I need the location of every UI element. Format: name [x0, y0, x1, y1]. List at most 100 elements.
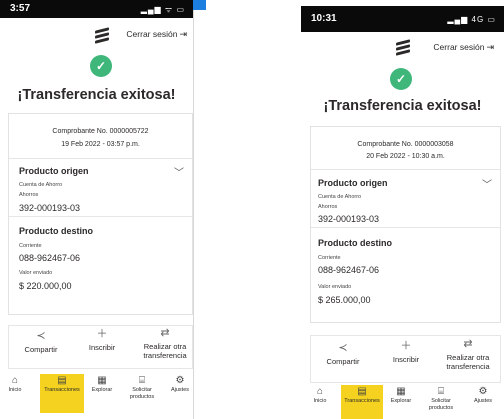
nav-request-label: Solicitar productos [428, 398, 454, 411]
transfer-again-button[interactable]: ⇄ Realizar otra transferencia [435, 338, 501, 372]
home-icon: ⌂ [316, 386, 324, 397]
enroll-label: Inscribir [88, 343, 116, 352]
transfer-again-label: Realizar otra transferencia [143, 342, 187, 360]
amount-label: Valor enviado [19, 270, 53, 276]
status-time: 3:57 [10, 3, 31, 14]
origin-account-type: Cuenta de Ahorro [318, 194, 362, 200]
chevron-down-icon[interactable]: ﹀ [174, 164, 184, 179]
nav-home[interactable]: ⌂ Inicio [307, 386, 333, 405]
amount-value: $ 265.000,00 [318, 295, 371, 305]
transactions-icon: ▤ [57, 375, 67, 386]
bottom-nav: ⌂ Inicio ▤ Transacciones ▦ Explorar ⌸ So… [0, 372, 193, 414]
origin-account-type: Cuenta de Ahorro [19, 182, 63, 188]
nav-explore[interactable]: ▦ Explorar [88, 375, 116, 394]
origin-account-number: 392-000193-03 [318, 214, 380, 224]
enroll-button[interactable]: ＋ Inscribir [379, 340, 433, 365]
divider [9, 216, 192, 217]
screen-separator [193, 10, 194, 419]
top-bar: Cerrar sesión ⇥ [301, 38, 504, 60]
receipt-number: Comprobante No. 0000005722 [52, 128, 149, 135]
transfer-again-button[interactable]: ⇄ Realizar otra transferencia [133, 327, 193, 361]
nav-home-label: Inicio [8, 387, 22, 393]
grid-icon: ▦ [396, 386, 406, 397]
destination-type: Corriente [19, 243, 42, 249]
gear-icon: ⚙ [175, 375, 185, 386]
status-icons: ▂▄▆ 4G ▭ [447, 15, 496, 24]
nav-request-label: Solicitar productos [129, 387, 155, 400]
destination-heading: Producto destino [318, 238, 392, 248]
gear-icon: ⚙ [478, 386, 488, 397]
phone-screen-right: 10:31 ▂▄▆ 4G ▭ Cerrar sesión ⇥ ✓ ¡Transfe… [301, 0, 504, 419]
status-bar: 10:31 ▂▄▆ 4G ▭ [301, 6, 504, 32]
nav-explore[interactable]: ▦ Explorar [387, 386, 415, 405]
share-button[interactable]: ≺ Compartir [13, 330, 69, 355]
chevron-down-icon[interactable]: ﹀ [482, 176, 492, 191]
logout-icon: ⇥ [486, 42, 494, 52]
transfer-again-label: Realizar otra transferencia [446, 353, 490, 371]
nav-transactions[interactable]: ▤ Transacciones [40, 374, 84, 413]
top-bar: Cerrar sesión ⇥ [0, 25, 193, 47]
actions-bar: ≺ Compartir ＋ Inscribir ⇄ Realizar otra … [8, 325, 193, 369]
destination-account-number: 088-962467-06 [318, 265, 380, 275]
home-icon: ⌂ [11, 375, 19, 386]
nav-settings[interactable]: ⚙ Ajustes [469, 386, 497, 405]
nav-settings[interactable]: ⚙ Ajustes [166, 375, 193, 394]
share-icon: ≺ [36, 330, 46, 342]
bancolombia-logo-icon [396, 39, 410, 56]
share-button[interactable]: ≺ Compartir [315, 342, 371, 367]
nav-request-products[interactable]: ⌸ Solicitar productos [124, 375, 160, 401]
status-bar: 3:57 ▂▄▆ ᯤ ▭ [0, 0, 193, 18]
receipt-card: Comprobante No. 0000005722 19 Feb 2022 -… [8, 113, 193, 315]
status-icons: ▂▄▆ ᯤ ▭ [140, 5, 185, 14]
nav-transactions-label: Transacciones [344, 398, 380, 404]
nav-home-label: Inicio [313, 398, 327, 404]
nav-explore-label: Explorar [390, 398, 412, 404]
basket-icon: ⌸ [438, 386, 444, 397]
nav-explore-label: Explorar [91, 387, 113, 393]
basket-icon: ⌸ [139, 375, 145, 386]
share-label: Compartir [24, 345, 58, 354]
enroll-button[interactable]: ＋ Inscribir [75, 329, 129, 353]
window-accent-strip [193, 0, 206, 10]
share-icon: ≺ [338, 342, 348, 354]
destination-account-number: 088-962467-06 [19, 253, 81, 263]
grid-icon: ▦ [97, 375, 107, 386]
nav-settings-label: Ajustes [170, 387, 190, 393]
origin-account-number: 392-000193-03 [19, 203, 81, 213]
check-icon: ✓ [390, 68, 412, 90]
bottom-nav: ⌂ Inicio ▤ Transacciones ▦ Explorar ⌸ So… [301, 385, 504, 419]
transfer-icon: ⇄ [160, 327, 170, 339]
status-time: 10:31 [311, 13, 337, 24]
transfer-icon: ⇄ [463, 338, 473, 350]
logout-button[interactable]: Cerrar sesión ⇥ [126, 29, 187, 40]
share-label: Compartir [326, 357, 360, 366]
bancolombia-logo-icon [95, 27, 109, 44]
check-icon: ✓ [90, 55, 112, 77]
page-title: ¡Transferencia exitosa! [17, 87, 176, 103]
logout-icon: ⇥ [179, 29, 187, 39]
amount-label: Valor enviado [318, 284, 352, 290]
destination-type: Corriente [318, 255, 341, 261]
receipt-date: 20 Feb 2022 - 10:30 a.m. [366, 153, 445, 160]
origin-heading: Producto origen [318, 178, 388, 188]
transactions-icon: ▤ [357, 386, 367, 397]
enroll-label: Inscribir [392, 355, 420, 364]
divider [9, 158, 192, 159]
amount-value: $ 220.000,00 [19, 281, 72, 291]
phone-screen-left: 3:57 ▂▄▆ ᯤ ▭ Cerrar sesión ⇥ ✓ ¡Transfere… [0, 0, 193, 419]
logout-label: Cerrar sesión [433, 42, 485, 52]
nav-request-products[interactable]: ⌸ Solicitar productos [423, 386, 459, 412]
actions-bar: ≺ Compartir ＋ Inscribir ⇄ Realizar otra … [310, 335, 501, 383]
receipt-number: Comprobante No. 0000003058 [357, 141, 454, 148]
receipt-date: 19 Feb 2022 - 03:57 p.m. [61, 141, 140, 148]
nav-transactions[interactable]: ▤ Transacciones [341, 385, 383, 419]
plus-icon: ＋ [400, 340, 412, 352]
logout-button[interactable]: Cerrar sesión ⇥ [433, 42, 494, 53]
divider [311, 227, 500, 228]
nav-settings-label: Ajustes [473, 398, 493, 404]
nav-home[interactable]: ⌂ Inicio [2, 375, 28, 394]
receipt-card: Comprobante No. 0000003058 20 Feb 2022 -… [310, 126, 501, 323]
origin-subtype: Ahorros [19, 192, 39, 198]
origin-heading: Producto origen [19, 166, 89, 176]
origin-subtype: Ahorros [318, 204, 338, 210]
